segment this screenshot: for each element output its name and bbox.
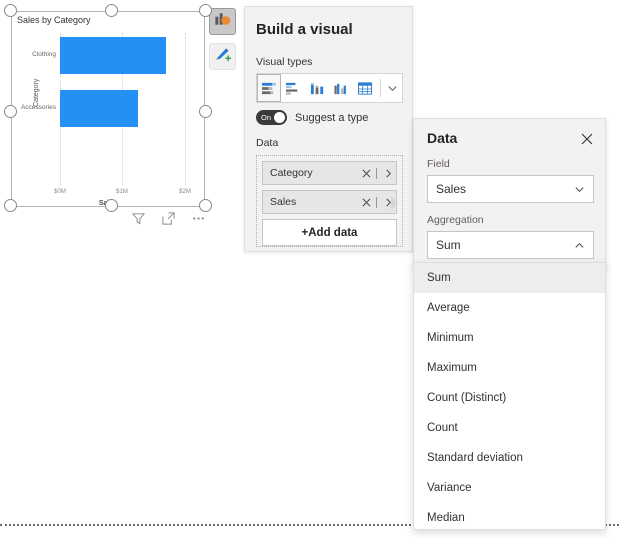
data-field-dropzone[interactable]: Category Sales bbox=[256, 155, 403, 247]
aggregation-label: Aggregation bbox=[427, 214, 484, 226]
gridline-2 bbox=[185, 33, 186, 185]
suggest-a-type-row: On Suggest a type bbox=[256, 110, 368, 125]
suggest-a-type-label: Suggest a type bbox=[295, 112, 368, 124]
x-tick-1: $1M bbox=[116, 189, 128, 195]
y-axis-title: Category bbox=[33, 79, 40, 107]
stacked-bar-chart-icon[interactable] bbox=[257, 74, 281, 102]
chip-separator bbox=[376, 197, 377, 208]
field-select[interactable]: Sales bbox=[427, 175, 594, 203]
field-chip-label: Category bbox=[270, 167, 359, 179]
field-chip-category[interactable]: Category bbox=[262, 161, 397, 185]
toggle-state-label: On bbox=[261, 114, 271, 122]
stacked-column-chart-icon[interactable] bbox=[305, 74, 329, 102]
selection-handle-bottom-left[interactable] bbox=[4, 199, 17, 212]
field-label: Field bbox=[427, 158, 450, 170]
dropdown-option-variance[interactable]: Variance bbox=[414, 473, 605, 503]
build-visual-icon bbox=[213, 10, 232, 34]
clustered-column-chart-icon[interactable] bbox=[329, 74, 353, 102]
toggle-knob bbox=[274, 112, 285, 123]
aggregation-dropdown-list[interactable]: Sum Average Minimum Maximum Count (Disti… bbox=[413, 262, 606, 530]
selection-handle-top-left[interactable] bbox=[4, 4, 17, 17]
dropdown-option-median[interactable]: Median bbox=[414, 503, 605, 530]
build-panel-title: Build a visual bbox=[256, 21, 353, 38]
dropdown-option-count[interactable]: Count bbox=[414, 413, 605, 443]
bar-clothing[interactable]: Clothing bbox=[60, 37, 166, 74]
category-label-clothing: Clothing bbox=[32, 51, 56, 58]
selection-handle-middle-right[interactable] bbox=[199, 105, 212, 118]
build-visual-button[interactable] bbox=[209, 8, 236, 35]
selection-handle-bottom-right[interactable] bbox=[199, 199, 212, 212]
bar-accessories[interactable]: Accessories bbox=[60, 90, 138, 127]
add-data-button[interactable]: +Add data bbox=[262, 219, 397, 246]
aggregation-select[interactable]: Sum bbox=[427, 231, 594, 259]
build-a-visual-panel: Build a visual Visual types bbox=[244, 6, 413, 252]
selection-handle-bottom-center[interactable] bbox=[105, 199, 118, 212]
chip-separator bbox=[376, 168, 377, 179]
visual-footer bbox=[130, 210, 207, 227]
format-visual-icon bbox=[213, 45, 232, 69]
category-label-accessories: Accessories bbox=[21, 104, 56, 111]
visual-container[interactable]: Sales by Category Category Clothing Acce… bbox=[11, 11, 205, 207]
data-flyout-panel: Data Field Sales Aggregation Sum bbox=[413, 118, 606, 270]
dropdown-option-standard-deviation[interactable]: Standard deviation bbox=[414, 443, 605, 473]
remove-field-icon[interactable] bbox=[359, 169, 373, 178]
format-visual-button[interactable] bbox=[209, 43, 236, 70]
data-section-label: Data bbox=[256, 137, 278, 149]
selection-handle-middle-left[interactable] bbox=[4, 105, 17, 118]
x-tick-0: $0M bbox=[54, 189, 66, 195]
chart-plot-area: Clothing Accessories bbox=[60, 33, 197, 185]
chart-title: Sales by Category bbox=[17, 15, 91, 25]
chevron-up-icon bbox=[574, 240, 585, 251]
clustered-bar-chart-icon[interactable] bbox=[281, 74, 305, 102]
data-flyout-title: Data bbox=[427, 130, 457, 146]
flyout-callout-pointer bbox=[391, 196, 398, 210]
suggest-a-type-toggle[interactable]: On bbox=[256, 110, 287, 125]
chevron-down-icon[interactable] bbox=[383, 74, 402, 102]
visual-types-divider bbox=[380, 79, 381, 97]
field-chip-label: Sales bbox=[270, 196, 359, 208]
dropdown-option-maximum[interactable]: Maximum bbox=[414, 353, 605, 383]
field-select-value: Sales bbox=[436, 182, 574, 196]
aggregation-select-value: Sum bbox=[436, 238, 574, 252]
field-chip-sales[interactable]: Sales bbox=[262, 190, 397, 214]
dropdown-option-count-distinct[interactable]: Count (Distinct) bbox=[414, 383, 605, 413]
table-icon[interactable] bbox=[354, 74, 378, 102]
visual-types-row bbox=[256, 73, 403, 103]
close-icon[interactable] bbox=[578, 130, 596, 148]
chevron-down-icon bbox=[574, 184, 585, 195]
filter-icon[interactable] bbox=[130, 210, 147, 227]
chevron-right-icon[interactable] bbox=[380, 169, 396, 178]
x-tick-2: $2M bbox=[179, 189, 191, 195]
selection-handle-top-center[interactable] bbox=[105, 4, 118, 17]
remove-field-icon[interactable] bbox=[359, 198, 373, 207]
focus-mode-icon[interactable] bbox=[160, 210, 177, 227]
dropdown-option-average[interactable]: Average bbox=[414, 293, 605, 323]
visual-types-label: Visual types bbox=[256, 56, 312, 68]
more-options-icon[interactable] bbox=[190, 210, 207, 227]
dropdown-option-minimum[interactable]: Minimum bbox=[414, 323, 605, 353]
selection-handle-top-right[interactable] bbox=[199, 4, 212, 17]
dropdown-option-sum[interactable]: Sum bbox=[414, 263, 605, 293]
